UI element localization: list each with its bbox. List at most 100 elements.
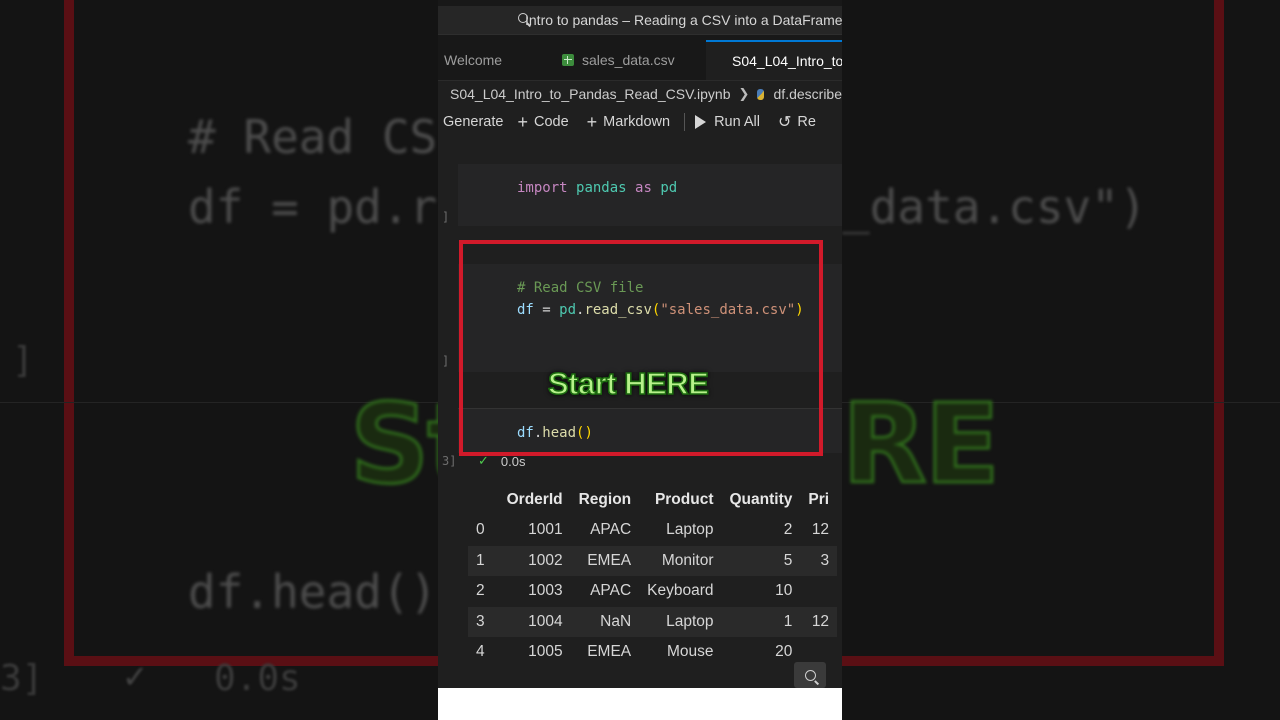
table-cell: 12: [811, 521, 830, 539]
table-cell: 2: [783, 521, 793, 539]
window-title: Intro to pandas – Reading a CSV into a D…: [525, 12, 842, 28]
table-cell: 1001: [528, 521, 563, 539]
toolbar-divider: [684, 113, 686, 131]
cell-gutter-bracket: ]: [442, 354, 450, 368]
run-icon: [695, 115, 707, 129]
check-icon: ✓: [478, 453, 489, 468]
backdrop-exec-time: 0.0s: [214, 658, 301, 699]
column-header: OrderId: [506, 490, 563, 508]
table-cell: [800, 576, 837, 607]
table-cell: 1005: [528, 643, 563, 661]
breadcrumb: S04_L04_Intro_to_Pandas_Read_CSV.ipynb ❯…: [438, 82, 842, 106]
restart-button[interactable]: ↺ Re: [778, 112, 816, 132]
row-index: 3: [468, 606, 499, 637]
column-header: Region: [578, 490, 632, 508]
dataframe-output: OrderId Region Product Quantity Pri 0 10…: [468, 484, 842, 664]
backdrop-code-line: df = pd.r: [188, 180, 438, 234]
table-cell: APAC: [590, 521, 632, 539]
python-icon: [757, 88, 764, 100]
cell-gutter-bracket: ]: [442, 210, 450, 224]
table-cell: 10: [775, 582, 793, 600]
row-index: 2: [476, 582, 485, 600]
cell-gutter-bracket: 3]: [442, 454, 457, 468]
table-cell: 1004: [498, 606, 571, 637]
row-index: 4: [476, 643, 485, 661]
keyword-as: as: [635, 180, 652, 196]
column-header: Pri: [808, 490, 830, 508]
backdrop-check-icon: ✓: [124, 656, 146, 697]
module-name: pandas: [576, 180, 627, 196]
backdrop-overlay-tail: RE: [841, 379, 1002, 510]
table-cell: Keyboard: [647, 582, 714, 600]
dataframe-table: OrderId Region Product Quantity Pri 0 10…: [468, 484, 838, 664]
table-cell: 1003: [528, 582, 563, 600]
chevron-right-icon: ❯: [738, 86, 750, 101]
column-header: Quantity: [729, 490, 793, 508]
table-cell: EMEA: [587, 643, 632, 661]
command-center-search[interactable]: Intro to pandas – Reading a CSV into a D…: [438, 6, 842, 35]
keyword-import: import: [517, 180, 568, 196]
tab-label: Welcome: [444, 52, 503, 68]
table-row: 0 1001 APAC Laptop 2 12: [468, 515, 837, 546]
table-row: 1 1002 EMEA Monitor 5 3: [468, 545, 838, 576]
code-label: Code: [533, 114, 569, 130]
markdown-label: Markdown: [603, 114, 671, 130]
tab-notebook-active[interactable]: S04_L04_Intro_to: [706, 40, 842, 80]
tab-label: S04_L04_Intro_to: [732, 53, 842, 69]
code-cell-import[interactable]: import pandas as pd: [458, 164, 842, 226]
table-cell: Laptop: [666, 521, 714, 539]
execution-time: 0.0s: [500, 453, 526, 469]
table-row: 3 1004 NaN Laptop 1 12: [468, 606, 838, 637]
table-cell: Laptop: [639, 606, 722, 637]
table-cell: [800, 637, 837, 664]
restart-icon: ↺: [778, 114, 792, 131]
column-header: [468, 484, 499, 515]
highlight-frame: [459, 240, 823, 456]
notebook-toolbar: Generate + Code + Markdown Run All ↺ Re: [438, 108, 842, 136]
plus-icon: +: [517, 112, 528, 132]
tab-sales-data-csv[interactable]: sales_data.csv: [562, 40, 702, 80]
backdrop-bracket-2: 3]: [0, 658, 44, 699]
table-row: 2 1003 APAC Keyboard 10: [468, 576, 837, 607]
module-alias: pd: [660, 180, 678, 196]
code-line: import pandas as pd: [517, 180, 677, 196]
table-row: 4 1005 EMEA Mouse 20: [468, 637, 837, 664]
execution-status: ✓ 0.0s: [478, 452, 525, 470]
add-markdown-cell-button[interactable]: + Markdown: [587, 113, 670, 131]
magnifier-icon: [804, 669, 816, 681]
table-cell: EMEA: [570, 545, 640, 576]
editor-tabs: Welcome sales_data.csv S04_L04_Intro_to: [438, 40, 842, 81]
backdrop-code-tail: _data.csv"): [842, 180, 1147, 234]
bottom-white-bar: [438, 688, 842, 720]
backdrop-head-call: df.head(): [188, 565, 438, 619]
table-cell: NaN: [570, 606, 640, 637]
table-cell: Mouse: [666, 643, 714, 661]
run-all-button[interactable]: Run All: [695, 114, 760, 130]
table-header-row: OrderId Region Product Quantity Pri: [468, 484, 837, 515]
table-cell: 5: [721, 545, 801, 576]
backdrop-bracket: ]: [12, 340, 34, 381]
zoom-button[interactable]: [794, 662, 826, 688]
breadcrumb-symbol[interactable]: df.describe: [774, 86, 842, 102]
tab-label: sales_data.csv: [582, 52, 675, 68]
breadcrumb-file[interactable]: S04_L04_Intro_to_Pandas_Read_CSV.ipynb: [450, 86, 731, 102]
backdrop-comment: # Read CS: [188, 110, 438, 164]
plus-icon: +: [586, 112, 598, 132]
row-index: 0: [476, 521, 485, 539]
table-cell: 12: [800, 606, 838, 637]
table-cell: APAC: [590, 582, 632, 600]
table-cell: 20: [775, 643, 793, 661]
add-code-cell-button[interactable]: + Code: [517, 113, 568, 131]
notebook-panel: Intro to pandas – Reading a CSV into a D…: [438, 0, 842, 720]
generate-button[interactable]: Generate: [443, 114, 503, 130]
table-cell: 1002: [498, 545, 571, 576]
title-bar: Intro to pandas – Reading a CSV into a D…: [438, 0, 842, 40]
restart-label: Re: [797, 114, 816, 130]
table-cell: Monitor: [639, 545, 722, 576]
row-index: 1: [468, 545, 499, 576]
generate-label: Generate: [443, 114, 504, 130]
tab-welcome[interactable]: Welcome: [444, 40, 544, 80]
run-all-label: Run All: [714, 114, 761, 130]
table-cell: 1: [721, 606, 801, 637]
start-here-label: Start HERE: [547, 365, 709, 402]
